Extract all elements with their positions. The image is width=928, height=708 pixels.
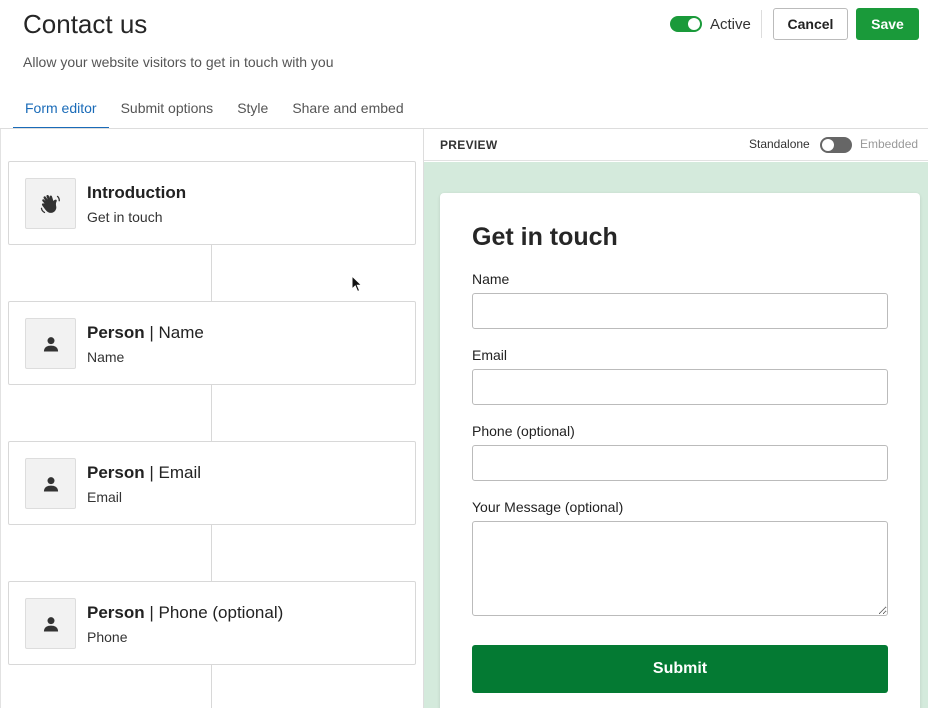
card-person-phone[interactable]: Person | Phone (optional) Phone	[8, 581, 416, 665]
name-label: Name	[472, 271, 510, 287]
active-label: Active	[710, 15, 751, 33]
embedded-label: Embedded	[860, 137, 919, 151]
toggle-knob	[688, 18, 700, 30]
card-title: Person | Name	[87, 323, 204, 342]
mouse-cursor-icon	[351, 274, 363, 298]
embed-mode-toggle[interactable]	[820, 137, 852, 153]
card-subtitle: Get in touch	[87, 209, 163, 225]
card-person-name[interactable]: Person | Name Name	[8, 301, 416, 385]
card-subtitle: Name	[87, 349, 125, 365]
card-title: Person | Email	[87, 463, 202, 482]
header-divider	[761, 10, 762, 38]
email-label: Email	[472, 347, 508, 363]
message-label: Your Message (optional)	[472, 499, 624, 515]
name-input[interactable]	[472, 293, 888, 329]
card-connector	[211, 665, 212, 708]
email-input[interactable]	[472, 369, 888, 405]
phone-input[interactable]	[472, 445, 888, 481]
preview-toolbar: PREVIEW Standalone Embedded	[424, 129, 928, 161]
card-subtitle: Phone	[87, 629, 128, 645]
toggle-knob	[822, 139, 834, 151]
person-icon	[25, 458, 76, 509]
page-title: Contact us	[23, 9, 148, 39]
tab-form-editor[interactable]: Form editor	[13, 92, 109, 129]
card-connector	[211, 245, 212, 301]
person-icon	[25, 598, 76, 649]
card-connector	[211, 525, 212, 581]
preview-label: PREVIEW	[440, 138, 498, 152]
active-toggle[interactable]	[670, 16, 702, 32]
wave-hand-icon	[25, 178, 76, 229]
tab-share-and-embed[interactable]: Share and embed	[280, 92, 415, 129]
cancel-button[interactable]: Cancel	[773, 8, 848, 40]
form-title: Get in touch	[472, 223, 618, 251]
form-editor-panel: Introduction Get in touch Person | Name …	[0, 129, 423, 708]
card-subtitle: Email	[87, 489, 123, 505]
phone-label: Phone (optional)	[472, 423, 575, 439]
tab-style[interactable]: Style	[225, 92, 280, 129]
tab-bar: Form editor Submit options Style Share a…	[13, 92, 416, 129]
standalone-label: Standalone	[749, 137, 810, 151]
card-title: Person | Phone (optional)	[87, 603, 284, 622]
save-button[interactable]: Save	[856, 8, 919, 40]
person-icon	[25, 318, 76, 369]
card-introduction[interactable]: Introduction Get in touch	[8, 161, 416, 245]
card-title: Introduction	[87, 183, 187, 202]
submit-button[interactable]: Submit	[472, 645, 888, 693]
card-connector	[211, 385, 212, 441]
active-toggle-group[interactable]: Active	[670, 14, 751, 34]
preview-form: Get in touch Name Email Phone (optional)…	[440, 193, 920, 708]
card-person-email[interactable]: Person | Email Email	[8, 441, 416, 525]
message-textarea[interactable]	[472, 521, 888, 616]
preview-area: Get in touch Name Email Phone (optional)…	[424, 162, 928, 708]
tab-submit-options[interactable]: Submit options	[109, 92, 226, 129]
page-subtitle: Allow your website visitors to get in to…	[23, 54, 334, 70]
